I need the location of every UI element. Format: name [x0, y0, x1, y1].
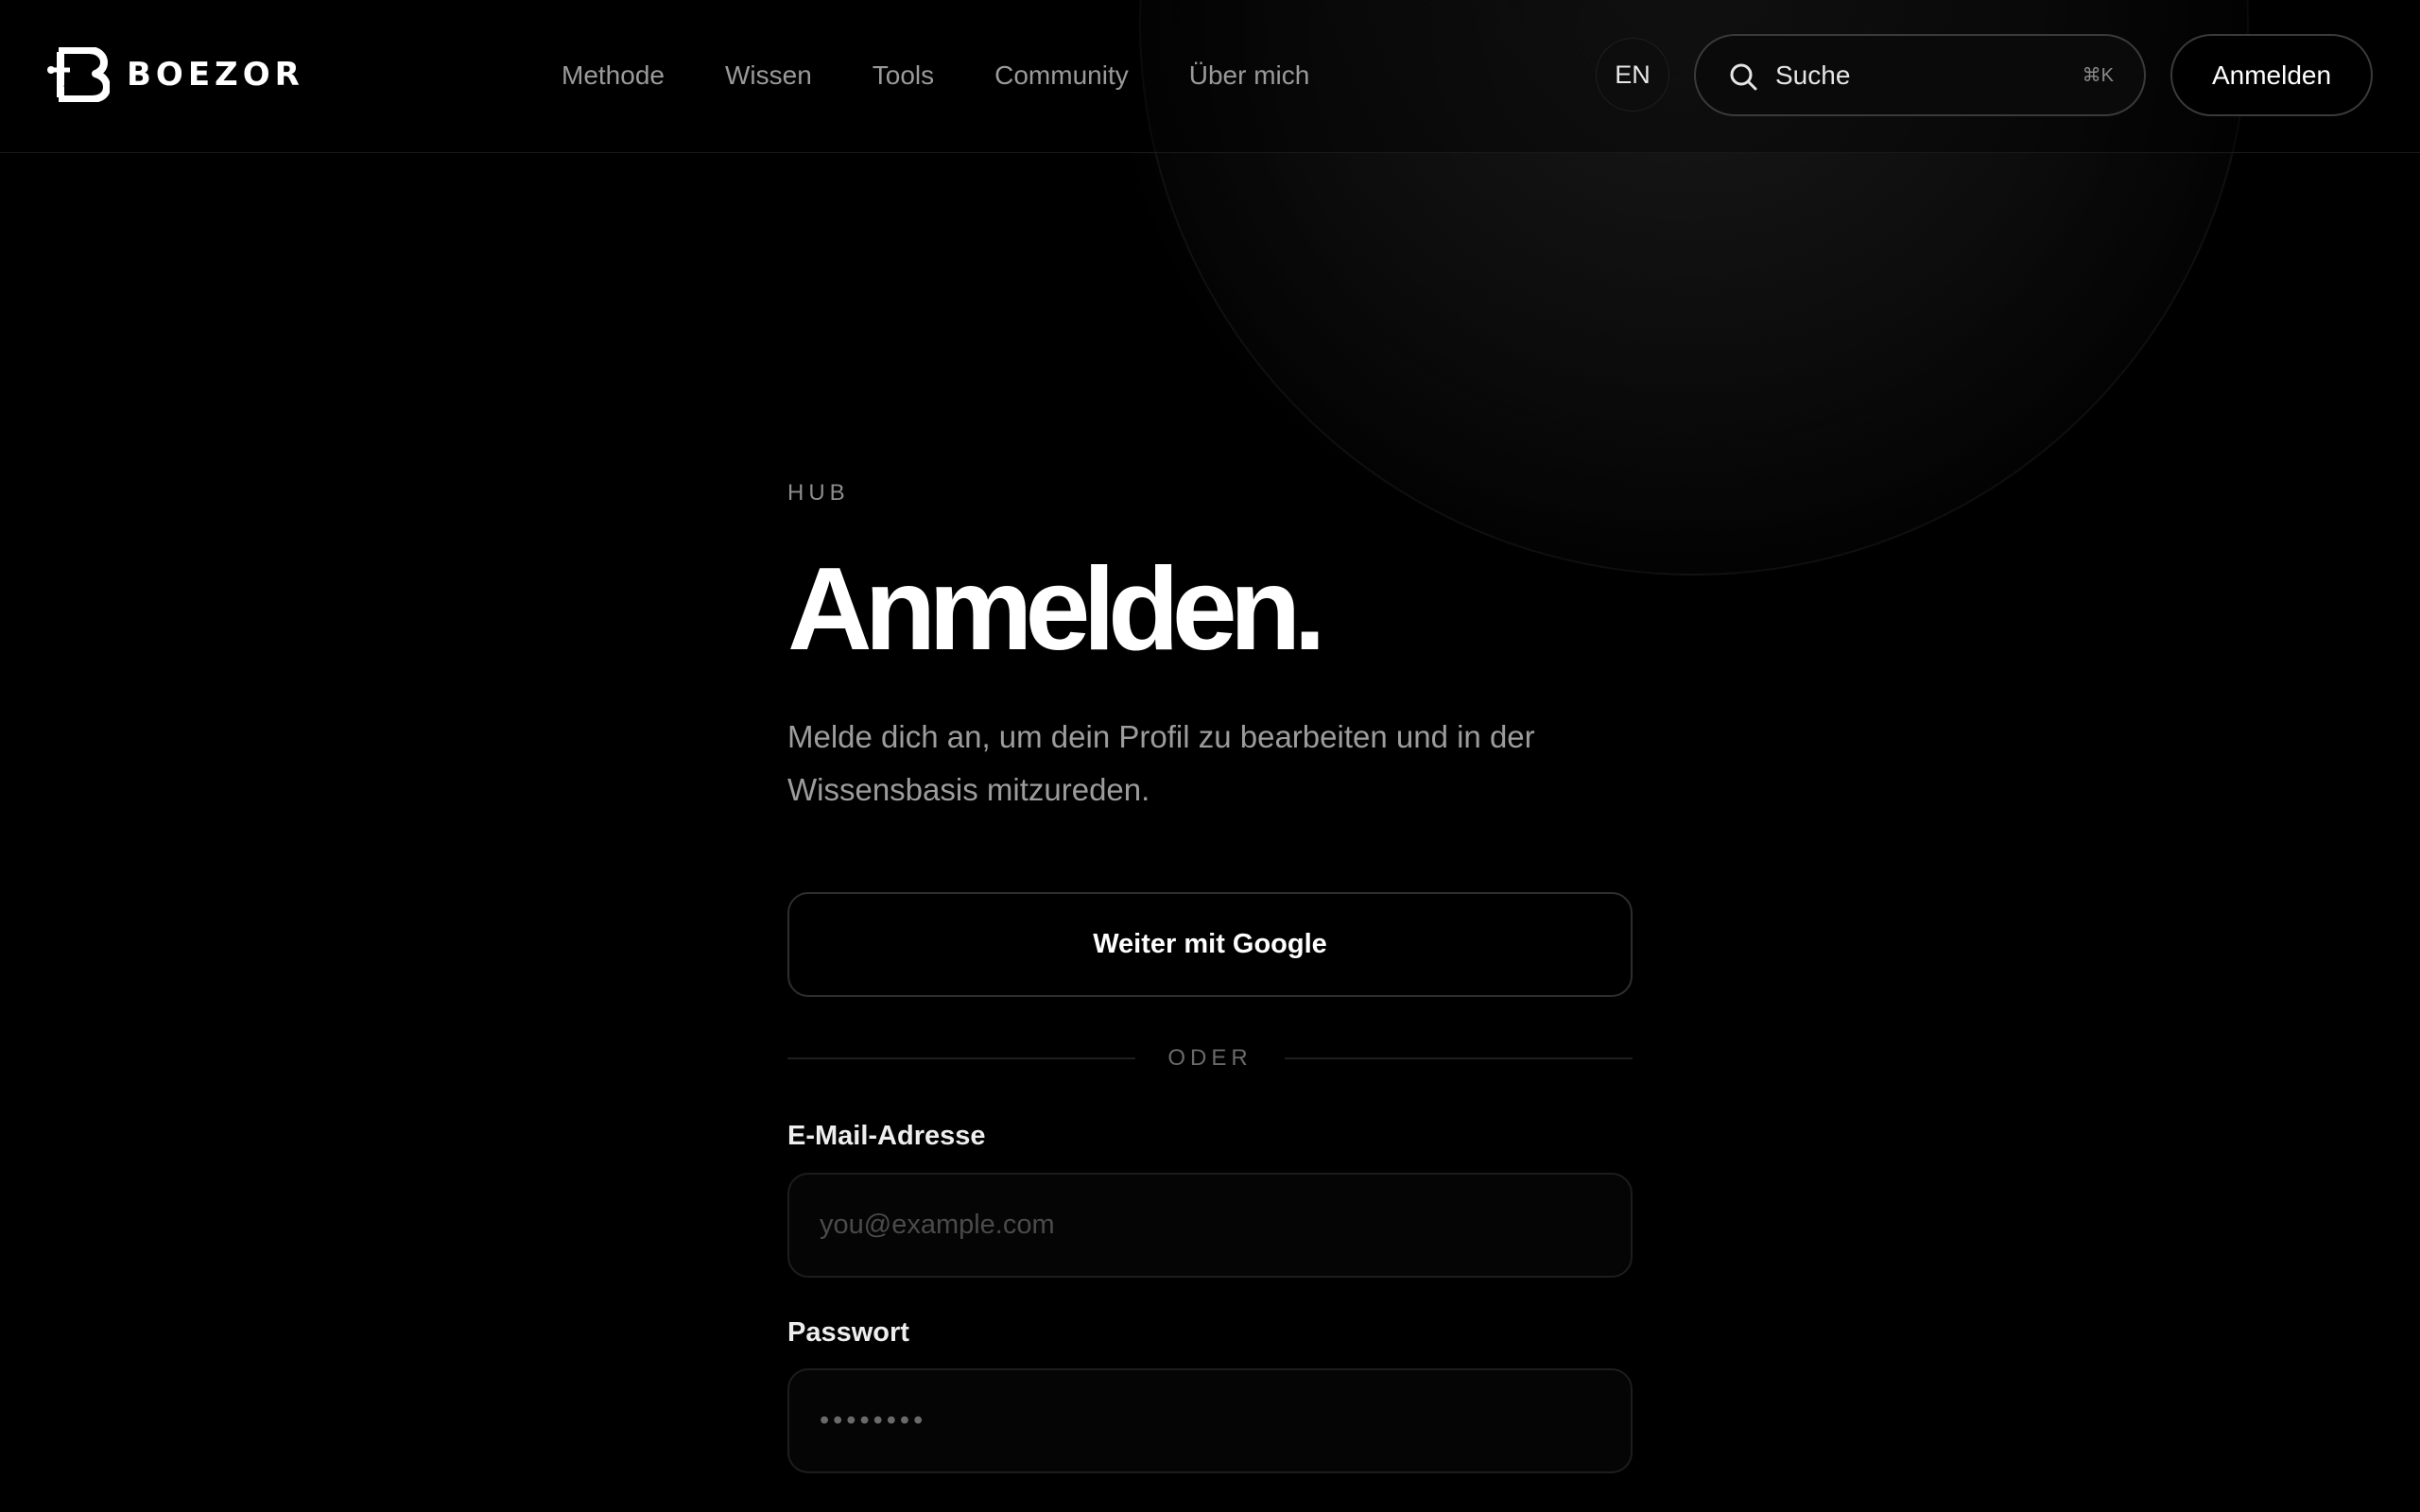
email-label: E-Mail-Adresse [787, 1121, 986, 1151]
search-icon [1730, 63, 1757, 91]
divider-label: ODER [1167, 1045, 1253, 1071]
google-login-button[interactable]: Weiter mit Google [787, 892, 1633, 997]
language-toggle-button[interactable]: EN [1596, 38, 1669, 112]
header-login-button[interactable]: Anmelden [2170, 34, 2373, 116]
search-label: Suche [1775, 60, 1851, 90]
email-field[interactable] [787, 1173, 1633, 1278]
password-field[interactable] [787, 1368, 1633, 1473]
logo-b-icon [47, 47, 110, 102]
search-shortcut: ⌘K [2082, 65, 2114, 86]
brand-name: BOEZOR [127, 56, 304, 94]
search-button[interactable]: Suche ⌘K [1694, 34, 2146, 116]
nav-item-ueber-mich[interactable]: Über mich [1189, 60, 1310, 91]
nav-item-tools[interactable]: Tools [873, 60, 934, 91]
main-nav: Methode Wissen Tools Community Über mich [562, 53, 1309, 98]
nav-item-wissen[interactable]: Wissen [725, 60, 812, 91]
page-subtitle: Melde dich an, um dein Profil zu bearbei… [787, 719, 1535, 807]
divider-line-right [1284, 1057, 1633, 1059]
nav-item-community[interactable]: Community [994, 60, 1129, 91]
divider-line-left [787, 1057, 1136, 1059]
password-label: Passwort [787, 1317, 909, 1348]
section-eyebrow: HUB [787, 480, 850, 506]
brand-logo[interactable]: BOEZOR [47, 47, 304, 102]
or-divider: ODER [787, 1040, 1633, 1077]
nav-item-methode[interactable]: Methode [562, 60, 665, 91]
site-header: BOEZOR Methode Wissen Tools Community Üb… [0, 0, 2420, 153]
page-title: Anmelden. [787, 544, 1326, 675]
